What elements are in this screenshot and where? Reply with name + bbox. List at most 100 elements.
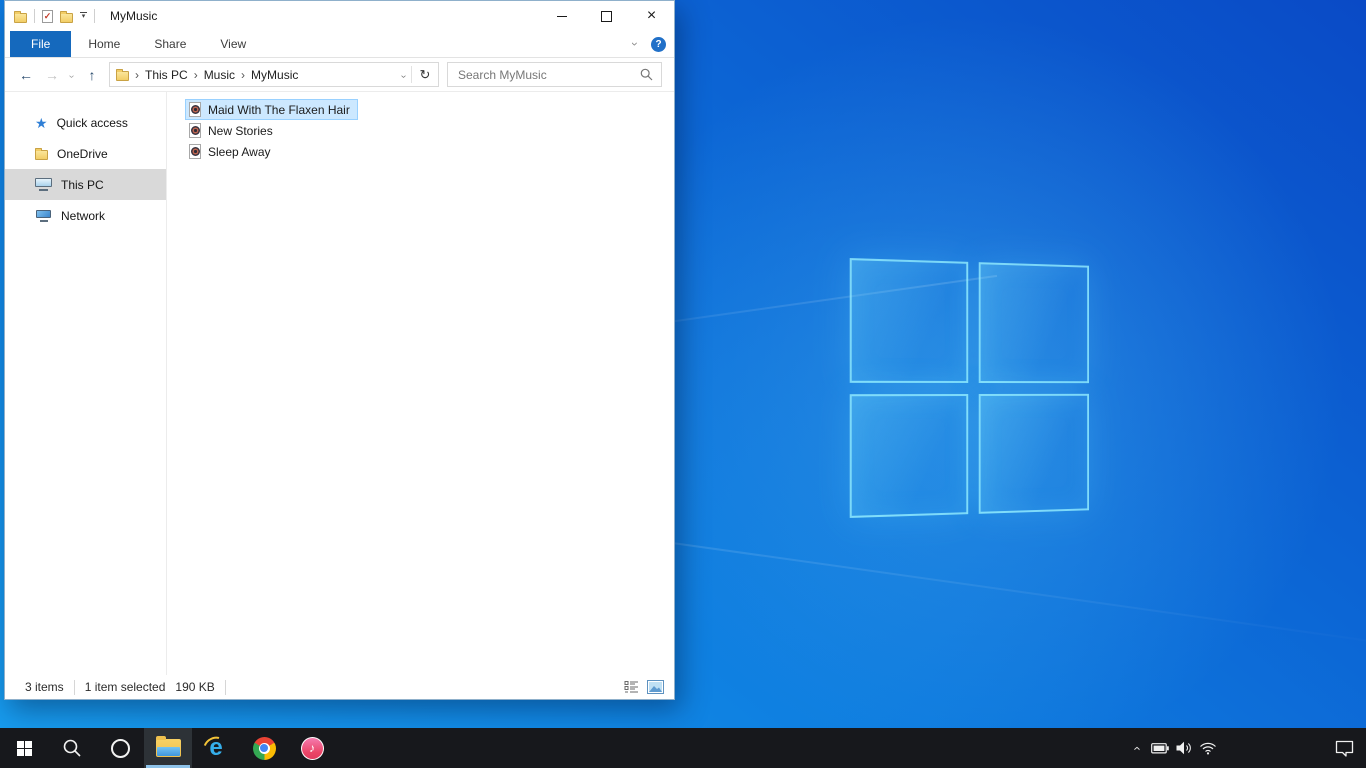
cortana-button[interactable] <box>96 728 144 768</box>
forward-button[interactable]: → <box>39 68 65 82</box>
quick-access-toolbar: ✓ ▾ MyMusic <box>14 9 157 23</box>
selection-count: 1 item selected <box>84 680 166 694</box>
sidebar-item-onedrive[interactable]: OneDrive <box>5 138 166 169</box>
file-name: Sleep Away <box>208 144 271 159</box>
star-icon: ★ <box>35 114 48 131</box>
back-icon: ← <box>19 66 33 83</box>
search-icon <box>63 739 81 757</box>
breadcrumb-this-pc[interactable]: This PC <box>145 68 188 82</box>
search-input[interactable] <box>456 66 640 83</box>
forward-icon: → <box>45 66 59 83</box>
tray-overflow-button[interactable]: › <box>1124 728 1148 768</box>
maximize-button[interactable] <box>584 1 629 31</box>
customize-toolbar-dropdown-icon[interactable]: ▾ <box>80 12 87 20</box>
window-title: MyMusic <box>110 9 158 23</box>
chevron-down-icon: › <box>628 42 642 46</box>
sidebar-item-this-pc[interactable]: This PC <box>5 169 166 200</box>
address-bar[interactable]: › This PC › Music › MyMusic › ↻ <box>109 62 439 87</box>
address-dropdown-button[interactable]: › <box>398 66 409 84</box>
file-name: Maid With The Flaxen Hair <box>208 102 350 117</box>
tab-file[interactable]: File <box>10 31 72 57</box>
battery-icon <box>1151 742 1169 753</box>
selection-size: 190 KB <box>175 680 215 694</box>
taskbar-chrome-button[interactable] <box>240 728 288 768</box>
folder-icon <box>116 69 129 81</box>
navigation-pane: ★ Quick access OneDrive This PC Network <box>5 92 167 675</box>
back-button[interactable]: ← <box>13 68 39 82</box>
taskbar: e ♪ › <box>0 728 1366 768</box>
item-count: 3 items <box>25 680 64 694</box>
properties-button-icon[interactable]: ✓ <box>42 9 53 23</box>
audio-file-icon <box>189 123 201 138</box>
divider <box>73 679 75 695</box>
volume-tray-button[interactable] <box>1172 728 1196 768</box>
up-button[interactable]: ↑ <box>79 68 105 82</box>
tab-share[interactable]: Share <box>137 31 203 57</box>
start-button[interactable] <box>0 728 48 768</box>
internet-explorer-icon: e <box>203 735 229 761</box>
system-tray: › <box>1124 728 1366 768</box>
refresh-button[interactable]: ↻ <box>414 67 436 83</box>
navigation-bar: ← → › ↑ › This PC › Music › MyMusic › ↻ <box>5 58 674 92</box>
recent-locations-button[interactable]: › <box>65 66 79 84</box>
minimize-button[interactable] <box>539 1 584 31</box>
breadcrumb-music[interactable]: Music <box>204 68 235 82</box>
search-icon[interactable] <box>640 68 653 81</box>
sidebar-item-network[interactable]: Network <box>5 200 166 231</box>
file-item[interactable]: Maid With The Flaxen Hair <box>185 99 358 120</box>
close-button[interactable]: × <box>629 1 674 31</box>
sidebar-item-label: This PC <box>61 177 104 192</box>
minimize-icon <box>556 15 567 17</box>
wifi-tray-button[interactable] <box>1196 728 1220 768</box>
new-folder-button-icon[interactable] <box>60 10 73 23</box>
titlebar: ✓ ▾ MyMusic × <box>5 1 674 31</box>
window-body: ★ Quick access OneDrive This PC Network … <box>5 92 674 675</box>
file-item[interactable]: Sleep Away <box>185 141 279 162</box>
windows-logo-pane <box>978 393 1090 514</box>
help-icon: ? <box>655 38 662 50</box>
chevron-down-icon: › <box>66 74 78 78</box>
search-box <box>447 62 662 87</box>
help-button[interactable]: ? <box>651 36 666 52</box>
divider <box>34 9 35 23</box>
breadcrumb-chevron-icon: › <box>241 67 246 82</box>
file-name: New Stories <box>208 123 273 138</box>
tab-view[interactable]: View <box>203 31 263 57</box>
explorer-app-icon[interactable] <box>14 10 27 23</box>
folder-icon <box>35 148 48 160</box>
maximize-icon <box>601 10 612 22</box>
windows-logo-pane <box>849 393 968 518</box>
close-icon: × <box>646 7 657 24</box>
chrome-icon <box>252 736 276 760</box>
chevron-down-icon: › <box>397 74 409 78</box>
large-icons-view-button[interactable] <box>647 680 664 694</box>
expand-ribbon-button[interactable]: › <box>628 31 642 57</box>
taskbar-search-button[interactable] <box>48 728 96 768</box>
windows-logo <box>849 258 1090 518</box>
sidebar-item-quick-access[interactable]: ★ Quick access <box>5 107 166 138</box>
breadcrumb-mymusic[interactable]: MyMusic <box>251 68 298 82</box>
divider <box>411 66 412 83</box>
network-icon <box>35 209 52 222</box>
status-bar: 3 items 1 item selected 190 KB <box>5 675 674 699</box>
battery-tray-button[interactable] <box>1148 728 1172 768</box>
taskbar-internet-explorer-button[interactable]: e <box>192 728 240 768</box>
taskbar-file-explorer-button[interactable] <box>144 728 192 768</box>
wifi-icon <box>1200 742 1216 755</box>
details-view-icon <box>624 681 638 693</box>
windows-start-icon <box>16 740 32 756</box>
details-view-button[interactable] <box>624 680 640 694</box>
cortana-icon <box>110 738 130 758</box>
itunes-icon: ♪ <box>300 736 324 760</box>
action-center-button[interactable] <box>1332 728 1356 768</box>
speaker-icon <box>1176 741 1191 755</box>
taskbar-itunes-button[interactable]: ♪ <box>288 728 336 768</box>
explorer-window: ✓ ▾ MyMusic × File Home Share View › ? ←… <box>4 0 675 700</box>
windows-logo-pane <box>849 258 968 383</box>
file-list: Maid With The Flaxen Hair New Stories Sl… <box>167 92 674 675</box>
file-item[interactable]: New Stories <box>185 120 281 141</box>
audio-file-icon <box>189 144 201 159</box>
sidebar-item-label: Network <box>61 208 106 223</box>
breadcrumb-chevron-icon: › <box>193 67 198 82</box>
tab-home[interactable]: Home <box>71 31 137 57</box>
